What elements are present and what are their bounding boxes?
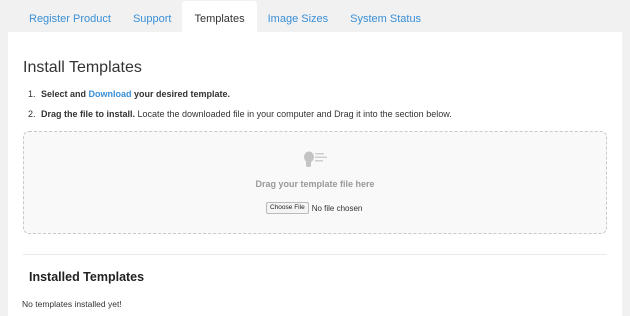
file-input: Choose File No file chosen: [266, 202, 362, 214]
tab-support[interactable]: Support: [122, 0, 183, 32]
step-text-bold: Drag the file to install.: [41, 109, 136, 119]
templates-panel: Install Templates 1. Select and Download …: [8, 32, 622, 316]
install-steps: 1. Select and Download your desired templ…: [28, 88, 452, 128]
file-status-text: No file chosen: [311, 203, 363, 213]
template-dropzone[interactable]: Drag your template file here Choose File…: [23, 131, 607, 234]
step-2: 2. Drag the file to install. Locate the d…: [28, 108, 452, 128]
section-divider: [23, 254, 607, 255]
step-number: 2.: [28, 109, 36, 119]
step-text: Locate the downloaded file in your compu…: [135, 109, 452, 119]
page-title: Install Templates: [23, 59, 142, 76]
upload-hand-icon: [304, 151, 327, 167]
tab-image-sizes[interactable]: Image Sizes: [257, 0, 340, 32]
step-text-bold: your desired template.: [131, 89, 231, 99]
download-link[interactable]: Download: [89, 89, 132, 99]
empty-state-text: No templates installed yet!: [22, 299, 122, 309]
tab-system-status[interactable]: System Status: [339, 0, 432, 32]
step-number: 1.: [28, 89, 36, 99]
tab-templates[interactable]: Templates: [182, 1, 257, 32]
tab-bar: Register Product Support Templates Image…: [0, 0, 630, 32]
step-1: 1. Select and Download your desired templ…: [28, 88, 452, 108]
drag-label: Drag your template file here: [255, 179, 375, 189]
tab-register-product[interactable]: Register Product: [18, 0, 122, 32]
step-text-bold: Select and: [41, 89, 89, 99]
installed-templates-title: Installed Templates: [29, 270, 145, 284]
choose-file-button[interactable]: Choose File: [266, 202, 309, 214]
